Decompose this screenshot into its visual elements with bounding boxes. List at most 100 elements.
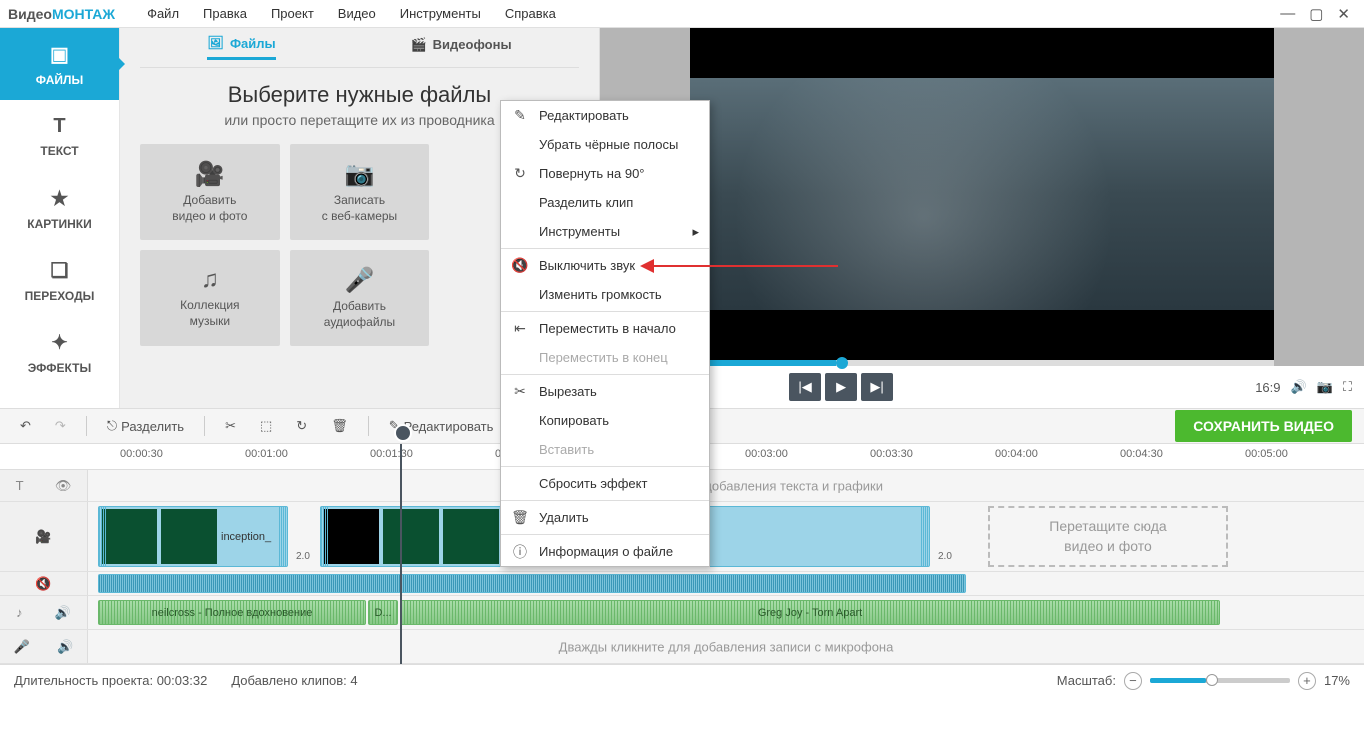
redo-button[interactable]: ↷ [47,414,74,438]
ctx-cut[interactable]: ✂Вырезать [501,377,709,406]
ctx-remove-bars[interactable]: Убрать чёрные полосы [501,130,709,159]
ctx-info[interactable]: ⓘИнформация о файле [501,537,709,566]
close-button[interactable]: ✕ [1337,5,1350,23]
menu-bar: ВидеоМОНТАЖ Файл Правка Проект Видео Инс… [0,0,1364,28]
text-icon: T [53,115,65,138]
ctx-reset-effect[interactable]: Сбросить эффект [501,469,709,498]
sidebar-files[interactable]: ▣ ФАЙЛЫ [0,28,119,100]
maximize-button[interactable]: ▢ [1309,5,1323,23]
transition-1[interactable]: 2.0 [284,520,324,560]
tile-audio[interactable]: 🎤 Добавить аудиофайлы [290,250,430,346]
audio-clip-3[interactable]: Greg Joy - Torn Apart [400,600,1220,625]
zoom-out-button[interactable]: − [1124,672,1142,690]
ctx-copy[interactable]: Копировать [501,406,709,435]
camera-icon: 🎥 [195,160,225,189]
image-icon: ▣ [50,42,69,67]
tile-webcam[interactable]: 📷 Записать с веб-камеры [290,144,430,240]
project-duration: Длительность проекта: 00:03:32 [14,673,207,688]
sidebar-images[interactable]: ★ КАРТИНКИ [0,172,119,244]
ctx-tools[interactable]: Инструменты▸ [501,217,709,246]
zoom-in-button[interactable]: + [1298,672,1316,690]
menu-help[interactable]: Справка [493,6,568,21]
webcam-icon: 📷 [345,160,375,189]
video-audio-track[interactable] [88,572,1364,595]
ctx-move-start[interactable]: ⇤Переместить в начало [501,314,709,343]
video-audio-head: 🔇 [0,572,88,595]
tile-add-media[interactable]: 🎥 Добавить видео и фото [140,144,280,240]
speaker-icon[interactable]: 🔊 [55,605,71,621]
context-menu: ✎Редактировать Убрать чёрные полосы ↻Пов… [500,100,710,567]
prev-frame-button[interactable]: |◀ [789,373,821,401]
snapshot-icon[interactable]: 📷 [1317,379,1333,395]
clips-count: Добавлено клипов: 4 [231,673,357,688]
save-video-button[interactable]: СОХРАНИТЬ ВИДЕО [1175,410,1352,442]
menu-tools[interactable]: Инструменты [388,6,493,21]
tab-files[interactable]: 🖼 Файлы [207,35,275,60]
scale-label: Масштаб: [1057,673,1116,688]
left-sidebar: ▣ ФАЙЛЫ T ТЕКСТ ★ КАРТИНКИ ❏ ПЕРЕХОДЫ ✦ … [0,28,120,408]
crop-tool[interactable]: ⬚ [252,414,280,438]
speaker-icon-2[interactable]: 🔊 [57,639,73,655]
music-icon: ♫ [201,266,219,294]
menu-file[interactable]: Файл [135,6,191,21]
ctx-paste[interactable]: Вставить [501,435,709,464]
tab-backgrounds[interactable]: 🎬 Видеофоны [410,37,511,59]
tile-music[interactable]: ♫ Коллекция музыки [140,250,280,346]
aspect-ratio[interactable]: 16:9 [1255,380,1280,395]
playhead[interactable] [400,444,402,664]
fullscreen-icon[interactable]: ⛶ [1343,379,1352,395]
mic-icon: 🎤 [345,266,375,295]
ctx-delete[interactable]: 🗑Удалить [501,503,709,532]
video-drop-zone[interactable]: Перетащите сюда видео и фото [988,506,1228,567]
text-track[interactable]: Дважды кликните для добавления текста и … [88,470,1364,501]
volume-icon[interactable]: 🔊 [1291,379,1307,395]
trash-icon: 🗑 [511,509,529,526]
sidebar-transitions[interactable]: ❏ ПЕРЕХОДЫ [0,244,119,316]
ctx-split[interactable]: Разделить клип [501,188,709,217]
transition-2[interactable]: 2.0 [926,520,966,560]
ctx-edit[interactable]: ✎Редактировать [501,101,709,130]
scissors-icon: ✂ [511,383,529,400]
cut-tool[interactable]: ✂ [217,414,244,438]
film-icon: 🎬 [410,37,426,53]
muted-icon[interactable]: 🔇 [35,576,51,592]
info-icon: ⓘ [511,542,529,562]
preview-area: |◀ ▶ ▶| 16:9 🔊 📷 ⛶ [600,28,1364,408]
sidebar-text[interactable]: T ТЕКСТ [0,100,119,172]
audio-clip-2[interactable]: D... [368,600,398,625]
ctx-volume[interactable]: Изменить громкость [501,280,709,309]
split-button[interactable]: ⎋ Разделить [99,414,192,438]
preview-seek-bar[interactable] [690,360,1274,366]
move-icon: ⇤ [511,320,529,337]
zoom-slider[interactable] [1150,678,1290,683]
next-frame-button[interactable]: ▶| [861,373,893,401]
preview-video[interactable] [690,28,1274,360]
minimize-button[interactable]: — [1280,5,1295,23]
ctx-move-end[interactable]: Переместить в конец [501,343,709,372]
video-track-icon: 🎥 [35,529,51,545]
zoom-value: 17% [1324,673,1350,688]
menu-edit[interactable]: Правка [191,6,259,21]
eye-icon[interactable]: 👁 [55,478,72,494]
menu-project[interactable]: Проект [259,6,326,21]
play-button[interactable]: ▶ [825,373,857,401]
rotate-tool[interactable]: ↻ [288,414,315,438]
text-track-icon: T [16,478,24,493]
video-track[interactable]: inception_ 2.0 inception_trailer.mp4 2. [88,502,1364,571]
text-track-head: T 👁 [0,470,88,501]
picture-icon: 🖼 [207,35,224,51]
pencil-icon: ✎ [511,107,529,124]
mic-track[interactable]: Дважды кликните для добавления записи с … [88,630,1364,663]
music-track[interactable]: neilcross - Полное вдохновение D... Greg… [88,596,1364,629]
mic-track-icon: 🎤 [14,639,30,655]
ctx-rotate[interactable]: ↻Повернуть на 90° [501,159,709,188]
sidebar-effects[interactable]: ✦ ЭФФЕКТЫ [0,316,119,388]
menu-video[interactable]: Видео [326,6,388,21]
delete-tool[interactable]: 🗑 [323,414,356,438]
video-clip-1[interactable]: inception_ [98,506,288,567]
music-track-head: ♪ 🔊 [0,596,88,629]
undo-button[interactable]: ↶ [12,414,39,438]
transitions-icon: ❏ [51,258,69,283]
audio-clip-1[interactable]: neilcross - Полное вдохновение [98,600,366,625]
star-icon: ★ [51,186,69,211]
